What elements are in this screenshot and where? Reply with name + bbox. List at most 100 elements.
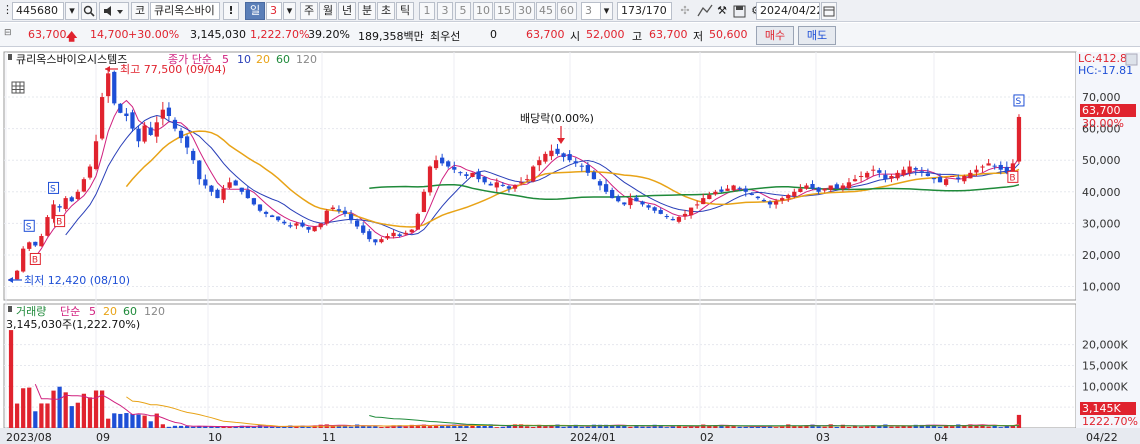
tab-weekly[interactable]: 주 [300,2,318,20]
candle-up [27,242,32,249]
volume-bar-down [263,426,269,428]
volume-bar-down [69,406,74,428]
candle-up [773,201,779,205]
volume-bar-down [998,427,1003,428]
candle-down [597,181,603,186]
candle-down [440,157,445,164]
buy-button[interactable]: 매수 [756,26,794,45]
minute-45-button[interactable]: 45 [536,2,556,20]
svg-text:B: B [1009,173,1015,183]
volume-bar-up [895,426,900,428]
candle-down [172,119,178,129]
daily-count-dropdown-icon[interactable]: ▾ [283,2,296,20]
volume-bar-down [743,426,748,428]
candle-up [786,194,791,199]
high-label: 고 [632,30,643,43]
volume-marker-icon [8,306,12,312]
minute-10-button[interactable]: 10 [473,2,493,20]
quote-collapse-icon[interactable]: ⊟ [4,28,12,38]
code-dropdown-button[interactable]: ▾ [65,2,79,20]
crosshair-icon[interactable]: ✣ [676,2,694,20]
candle-up [865,172,870,178]
candle-down [579,165,584,167]
candle-down [506,186,512,189]
volume-bar-down [33,411,38,428]
tab-monthly[interactable]: 월 [319,2,337,20]
open-label: 시 [570,30,581,43]
stock-code-input[interactable]: 445680 [12,2,64,20]
candle-up [804,185,809,189]
month-label: 2023/08 [6,431,52,444]
volume-bar-down [670,426,675,428]
stock-name-field[interactable]: 큐리옥스바이 [150,2,220,20]
window-grip-icon: ⋮ [2,3,10,16]
candle-up [974,169,979,173]
tab-tick[interactable]: 틱 [396,2,414,20]
volume-bar-up [682,426,688,428]
minute-15-button[interactable]: 15 [494,2,514,20]
candle-down [652,207,657,211]
candle-down [458,172,463,174]
scroll-up-icon[interactable] [1125,53,1138,66]
candle-up [312,226,317,232]
calendar-icon[interactable] [821,2,837,20]
candle-down [245,190,250,199]
volume-bar-down [270,426,275,428]
candle-down [57,206,62,208]
minute-60-button[interactable]: 60 [557,2,577,20]
candle-up [895,172,900,179]
minute-5-button[interactable]: 5 [455,2,471,20]
volume-bar-down [178,425,184,428]
min-annotation: 최저 12,420 (08/10) [8,274,130,287]
candle-up [421,191,427,212]
open-price: 52,000 [586,28,625,41]
candle-down [282,221,287,224]
svg-text:B: B [32,255,38,265]
candle-up [828,185,833,190]
draw-line-icon[interactable] [696,2,714,20]
search-icon[interactable] [81,2,97,20]
buy-signal-icon: B [54,215,66,228]
candle-up [427,166,433,193]
volume-tick-label: 20,000K [1082,339,1128,352]
candlestick-chart[interactable]: 큐리옥스바이오시스템즈 종가 단순 5 10 20 60 120 최고 77,5… [0,48,1140,444]
current-price: 63,700 [28,28,67,41]
candle-down [348,214,354,221]
svg-text:S: S [26,222,32,232]
candle-up [725,188,730,191]
minute-30-button[interactable]: 30 [515,2,535,20]
count-dropdown-icon[interactable]: ▾ [600,2,613,20]
daily-count-field[interactable]: 3 [266,2,282,20]
candle-down [640,201,645,205]
save-icon[interactable] [731,2,747,20]
speaker-icon[interactable] [99,2,129,20]
price-tick-label: 70,000 [1082,91,1121,104]
price-tick-label: 30,000 [1082,217,1121,230]
tab-yearly[interactable]: 년 [338,2,356,20]
candle-down [670,219,675,221]
tab-second[interactable]: 초 [377,2,395,20]
volume-bar-up [531,426,536,428]
tools-icon[interactable]: ⚒ [714,2,730,20]
candle-down [761,199,767,202]
alert-icon[interactable]: ! [223,2,239,20]
ma20-label: 20 [256,53,270,66]
candle-down [937,177,943,183]
minute-3-button[interactable]: 3 [437,2,453,20]
volume-bar-up [8,330,14,428]
panel-marker-icon [8,54,12,60]
vol-ma60-label: 60 [123,305,137,318]
tab-minute[interactable]: 분 [358,2,376,20]
candle-down [913,168,918,170]
svg-text:B: B [56,218,62,228]
minute-1-button[interactable]: 1 [419,2,435,20]
candle-down [883,174,888,180]
candle-up [403,232,408,235]
candle-down [203,179,208,186]
candle-down [276,216,281,221]
date-field[interactable]: 2024/04/22 [756,2,820,20]
candle-up [889,176,894,179]
tab-daily[interactable]: 일 [245,2,265,20]
candle-up [901,169,906,176]
sell-button[interactable]: 매도 [798,26,836,45]
